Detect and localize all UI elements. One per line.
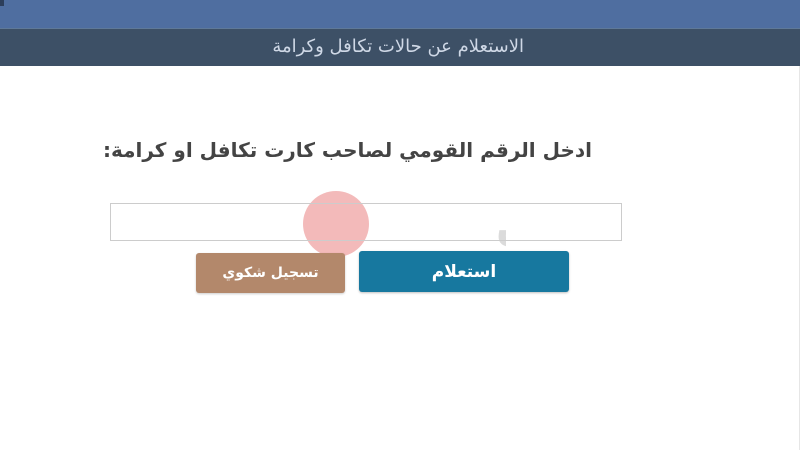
national-id-input[interactable] <box>110 203 622 241</box>
title-bar: الاستعلام عن حالات تكافل وكرامة <box>0 28 800 66</box>
inquiry-button[interactable]: استعلام <box>359 251 569 292</box>
register-complaint-button[interactable]: تسجيل شكوي <box>196 253 345 293</box>
national-id-prompt: ادخل الرقم القومي لصاحب كارت تكافل او كر… <box>102 138 592 162</box>
corner-mark <box>0 0 4 6</box>
page-title: الاستعلام عن حالات تكافل وكرامة <box>272 36 524 57</box>
top-strip <box>0 0 800 28</box>
